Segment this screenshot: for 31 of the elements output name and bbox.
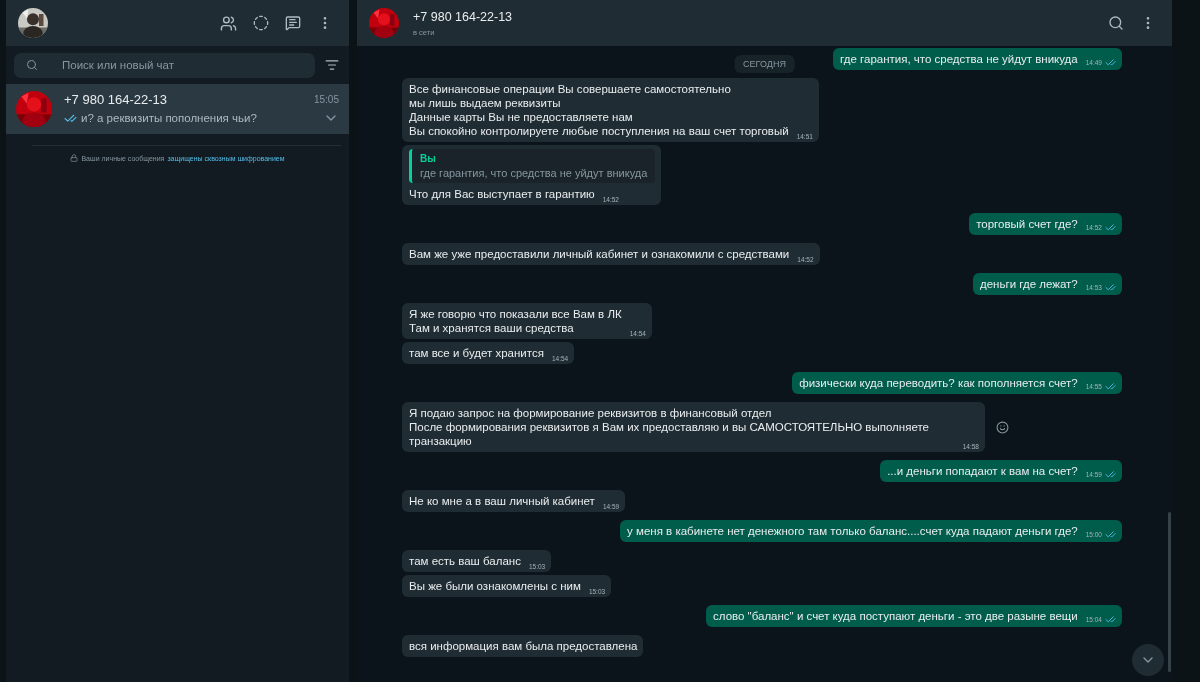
message-text: Я же говорю что показали все Вам в ЛК Там и хранятся ваши средства [409,307,622,335]
contact-name: +7 980 164-22-13 [64,92,167,107]
date-chip: СЕГОДНЯ [734,55,795,73]
message-text: ...и деньги попадают к вам на счет? [887,464,1078,478]
lock-icon [70,154,79,162]
quote-text: где гарантия, что средства не уйдут вникуда [420,167,648,179]
message-text: деньги где лежат? [980,277,1078,291]
last-message: и? а реквизиты пополнения чьи? [81,112,258,124]
message-text: вся информация вам была предоставлена [409,639,638,653]
search-field[interactable]: Поиск или новый чат [14,52,315,78]
message-text: физически куда переводить? как пополняется счет? [799,376,1078,390]
scroll-down-button[interactable] [1132,644,1164,676]
message-text: Вы же были ознакомлены с ним [409,579,581,593]
message-text: Вам же уже предоставили личный кабинет и ознакомили с средствами [409,247,790,261]
message-text: Не ко мне а в ваш личный кабинет [409,494,595,508]
message-text: Что для Вас выступает в гарантию [409,187,595,201]
contact-name: +7 980 164-22-13 [413,9,513,24]
message-text: где гарантия, что средства не уйдут вникуда [840,52,1078,66]
search-icon [26,58,38,71]
chat-item[interactable]: +7 980 164-22-13 15:05 и? а реквизиты пополнения чьи? [6,84,349,134]
quoted-message[interactable]: Вы где гарантия, что средства не уйдут вникуда [409,149,656,183]
message-text: торговый счет где? [976,217,1078,231]
quote-author: Вы [420,153,437,164]
message-text: у меня в кабинете нет денежного там только баланс....счет куда падают деньги где? [627,524,1078,538]
scrollbar-thumb[interactable] [1168,512,1171,672]
message-text: там есть ваш баланс [409,554,521,568]
message-text: Все финансовые операции Вы совершаете самостоятельно мы лишь выдаем реквизиты Данные карты Вы не предоставляете нам Вы спокойно контролируете любые поступления на ваш счет торговый [409,82,789,138]
message-text: Я подаю запрос на формирование реквизитов в финансовый отдел После формирования реквизитов я Вам их предоставляю и вы САМОСТОЯТЕЛЬНО выполняете транзакцию [409,406,930,448]
message-text: слово "баланс" и счет куда поступают деньги - это две разыне вещи [713,609,1078,623]
chat-time: 15:05 [313,94,339,105]
message-text: там все и будет хранится [409,346,544,360]
